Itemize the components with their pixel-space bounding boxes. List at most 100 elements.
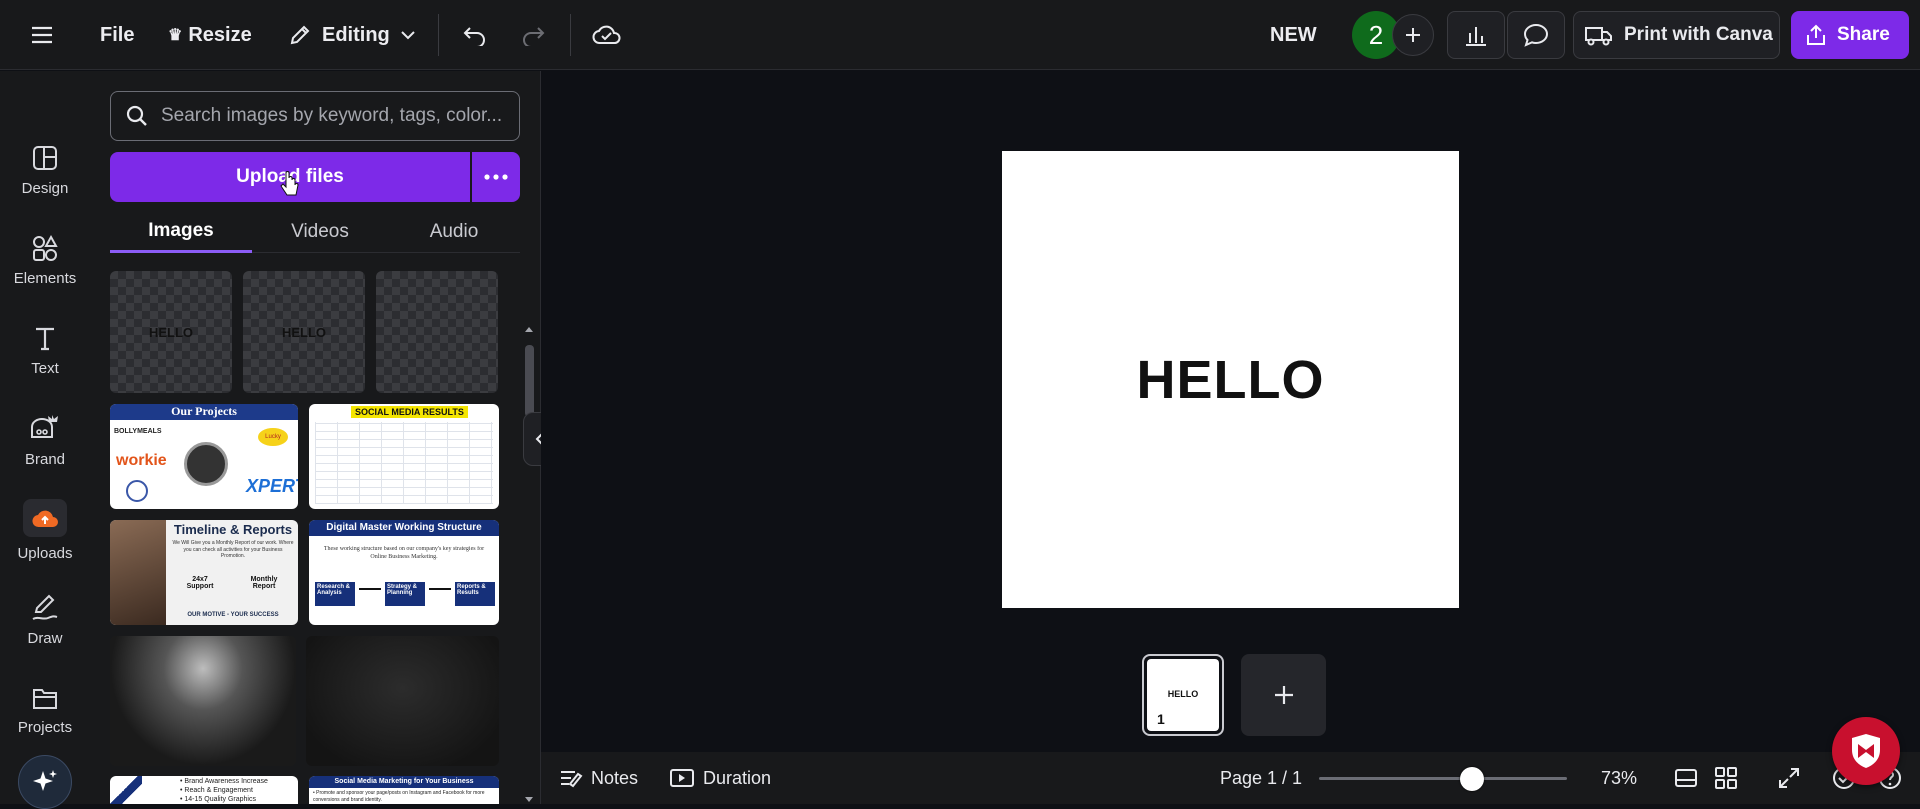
sidebar-item-elements[interactable]: Elements [0, 215, 90, 305]
thumb-text: • Reach & Engagement [180, 787, 253, 794]
sidebar-item-label: Brand [24, 450, 66, 468]
sidebar-item-label: Draw [27, 629, 63, 647]
panel-scrollbar[interactable] [520, 256, 538, 804]
zoom-slider-thumb[interactable] [1460, 767, 1485, 791]
document-title[interactable]: NEW [1270, 11, 1317, 59]
sidebar-item-text[interactable]: Text [0, 305, 90, 395]
editing-mode-button[interactable]: Editing [278, 11, 426, 59]
upload-thumbnail-social-media-marketing[interactable]: Social Media Marketing for Your Business… [309, 776, 499, 804]
sidebar-item-uploads[interactable]: Uploads [0, 485, 90, 575]
tab-images[interactable]: Images [110, 211, 252, 253]
thumb-text: HELLO [1167, 689, 1199, 699]
comment-icon [1523, 23, 1549, 47]
uploads-panel: Upload files Images Videos Audio HELLO H… [90, 71, 541, 804]
chevron-down-icon [401, 31, 415, 40]
canvas-workspace: HELLO HELLO 1 [541, 71, 1920, 736]
cloud-save-status[interactable] [592, 11, 622, 59]
top-toolbar: File ♛ Resize Editing NEW 2 Print with C… [0, 0, 1920, 70]
upload-thumbnail-spotlight-background[interactable] [110, 636, 296, 766]
upload-thumbnail-our-projects[interactable]: Our Projects BOLLYMEALS workie Lucky XPE… [110, 404, 298, 509]
cloud-check-icon [592, 25, 621, 44]
resize-button[interactable]: ♛ Resize [158, 11, 262, 59]
page-number: 1 [1157, 711, 1165, 727]
projects-icon [33, 688, 57, 709]
fullscreen-button[interactable] [1777, 752, 1801, 804]
sidebar-item-label: Text [31, 359, 59, 377]
thumb-text: • 14-15 Quality Graphics [180, 796, 256, 803]
sidebar-item-label: Projects [17, 718, 73, 736]
doc-title-label: NEW [1270, 23, 1317, 46]
step-box: Reports & Results [455, 582, 495, 606]
share-label: Share [1837, 24, 1890, 45]
comments-button[interactable] [1507, 11, 1565, 59]
brand-logo-text: workie [116, 452, 167, 469]
upload-thumbnail-timeline-reports[interactable]: Timeline & Reports We Will Give you a Mo… [110, 520, 298, 625]
redo-icon [523, 27, 545, 46]
scrollbar-track [525, 327, 534, 802]
upload-thumbnail-transparent[interactable] [376, 271, 498, 393]
file-menu-button[interactable]: File [90, 11, 144, 59]
search-box[interactable] [110, 91, 520, 141]
brand-icon [31, 414, 58, 438]
page-indicator[interactable]: Page 1 / 1 [1220, 752, 1302, 804]
insights-button[interactable] [1447, 11, 1505, 59]
thumb-text: 24x7 Support [186, 576, 214, 590]
arrow-icon [359, 588, 381, 590]
results-table-graphic [315, 422, 493, 504]
mouse-cursor-icon [280, 171, 299, 196]
design-page[interactable]: HELLO [1002, 151, 1459, 608]
grid-view-icon [1715, 767, 1737, 789]
share-button[interactable]: Share [1791, 11, 1909, 59]
step-box: Strategy & Planning [385, 582, 425, 606]
sidebar-item-design[interactable]: Design [0, 125, 90, 215]
avatar-number: 2 [1368, 19, 1384, 50]
sidebar-item-projects[interactable]: Projects [0, 665, 90, 755]
thumb-title: Digital Master Working Structure [309, 520, 499, 536]
upload-thumbnail-dark-texture[interactable] [306, 636, 499, 766]
magic-ai-button[interactable] [18, 755, 72, 809]
page-heading-text[interactable]: HELLO [1137, 349, 1325, 411]
duration-button[interactable]: Duration [669, 752, 771, 804]
tab-audio[interactable]: Audio [388, 211, 520, 253]
draw-icon [32, 594, 58, 620]
upload-thumbnail-hello-2[interactable]: HELLO [243, 271, 365, 393]
page-thumbnail-preview: HELLO 1 [1147, 659, 1219, 731]
page-view-button[interactable] [1674, 752, 1698, 804]
security-extension-button[interactable] [1832, 717, 1900, 785]
print-label: Print with Canva [1624, 24, 1773, 45]
elements-icon [33, 234, 58, 261]
upload-more-options-button[interactable] [472, 152, 520, 202]
main-menu-button[interactable] [30, 11, 54, 59]
zoom-level[interactable]: 73% [1601, 752, 1637, 804]
thumb-text: We Will Give you a Monthly Report of our… [172, 540, 294, 559]
brand-logo-text: Lucky [258, 428, 288, 446]
sidebar-item-draw[interactable]: Draw [0, 575, 90, 665]
undo-icon [463, 27, 485, 46]
brand-logo-text: BOLLYMEALS [114, 428, 162, 435]
stripe-graphic [110, 776, 142, 804]
search-input[interactable] [161, 105, 501, 127]
uploads-icon [23, 498, 67, 537]
resize-label: Resize [188, 23, 252, 46]
sidebar-item-brand[interactable]: Brand [0, 395, 90, 485]
upload-thumbnail-brand-awareness[interactable]: • Brand Awareness Increase • Reach & Eng… [110, 776, 298, 804]
page-thumbnail-1[interactable]: HELLO 1 [1142, 654, 1224, 736]
invite-collaborator-button[interactable] [1392, 14, 1434, 56]
redo-button[interactable] [520, 11, 546, 59]
zoom-slider[interactable] [1319, 766, 1567, 791]
step-box: Research & Analysis [315, 582, 355, 606]
upload-thumbnail-hello-1[interactable]: HELLO [110, 271, 232, 393]
sidebar-item-label: Uploads [17, 544, 73, 562]
grid-view-button[interactable] [1714, 752, 1738, 804]
design-icon [33, 145, 57, 170]
add-page-button[interactable] [1241, 654, 1326, 736]
undo-button[interactable] [462, 11, 488, 59]
brand-emblem [184, 442, 228, 486]
upload-thumbnail-digital-master-structure[interactable]: Digital Master Working Structure These w… [309, 520, 499, 625]
notes-button[interactable]: Notes [559, 752, 638, 804]
left-sidebar: Design Elements Text Brand Uploads Draw … [0, 71, 90, 809]
tab-videos[interactable]: Videos [252, 211, 388, 253]
upload-thumbnail-social-media-results[interactable]: SOCIAL MEDIA RESULTS [309, 404, 499, 509]
expand-icon [1779, 768, 1799, 788]
print-with-canva-button[interactable]: Print with Canva [1573, 11, 1780, 59]
